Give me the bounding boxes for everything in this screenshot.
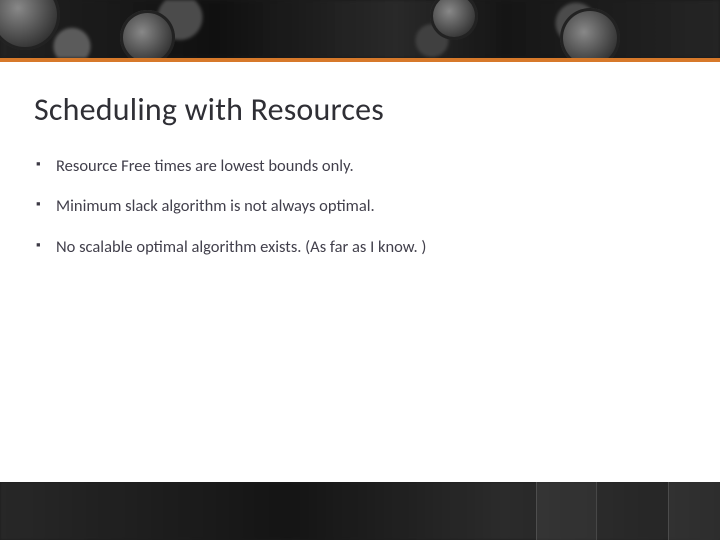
footer-image-band	[0, 482, 720, 540]
bullet-list: Resource Free times are lowest bounds on…	[34, 155, 686, 258]
list-item: No scalable optimal algorithm exists. (A…	[34, 236, 686, 258]
list-item: Resource Free times are lowest bounds on…	[34, 155, 686, 177]
gear-icon	[120, 10, 175, 58]
gear-icon	[560, 8, 620, 58]
gear-icon	[0, 0, 60, 50]
slide-content: Scheduling with Resources Resource Free …	[0, 62, 720, 258]
list-item: Minimum slack algorithm is not always op…	[34, 195, 686, 217]
gear-icon	[430, 0, 478, 40]
footer-cell	[536, 482, 596, 540]
footer-placeholder-cells	[536, 482, 720, 540]
slide-title: Scheduling with Resources	[34, 90, 686, 129]
footer-cell	[596, 482, 668, 540]
slide: Scheduling with Resources Resource Free …	[0, 0, 720, 540]
footer-cell	[668, 482, 720, 540]
header-image-band	[0, 0, 720, 58]
